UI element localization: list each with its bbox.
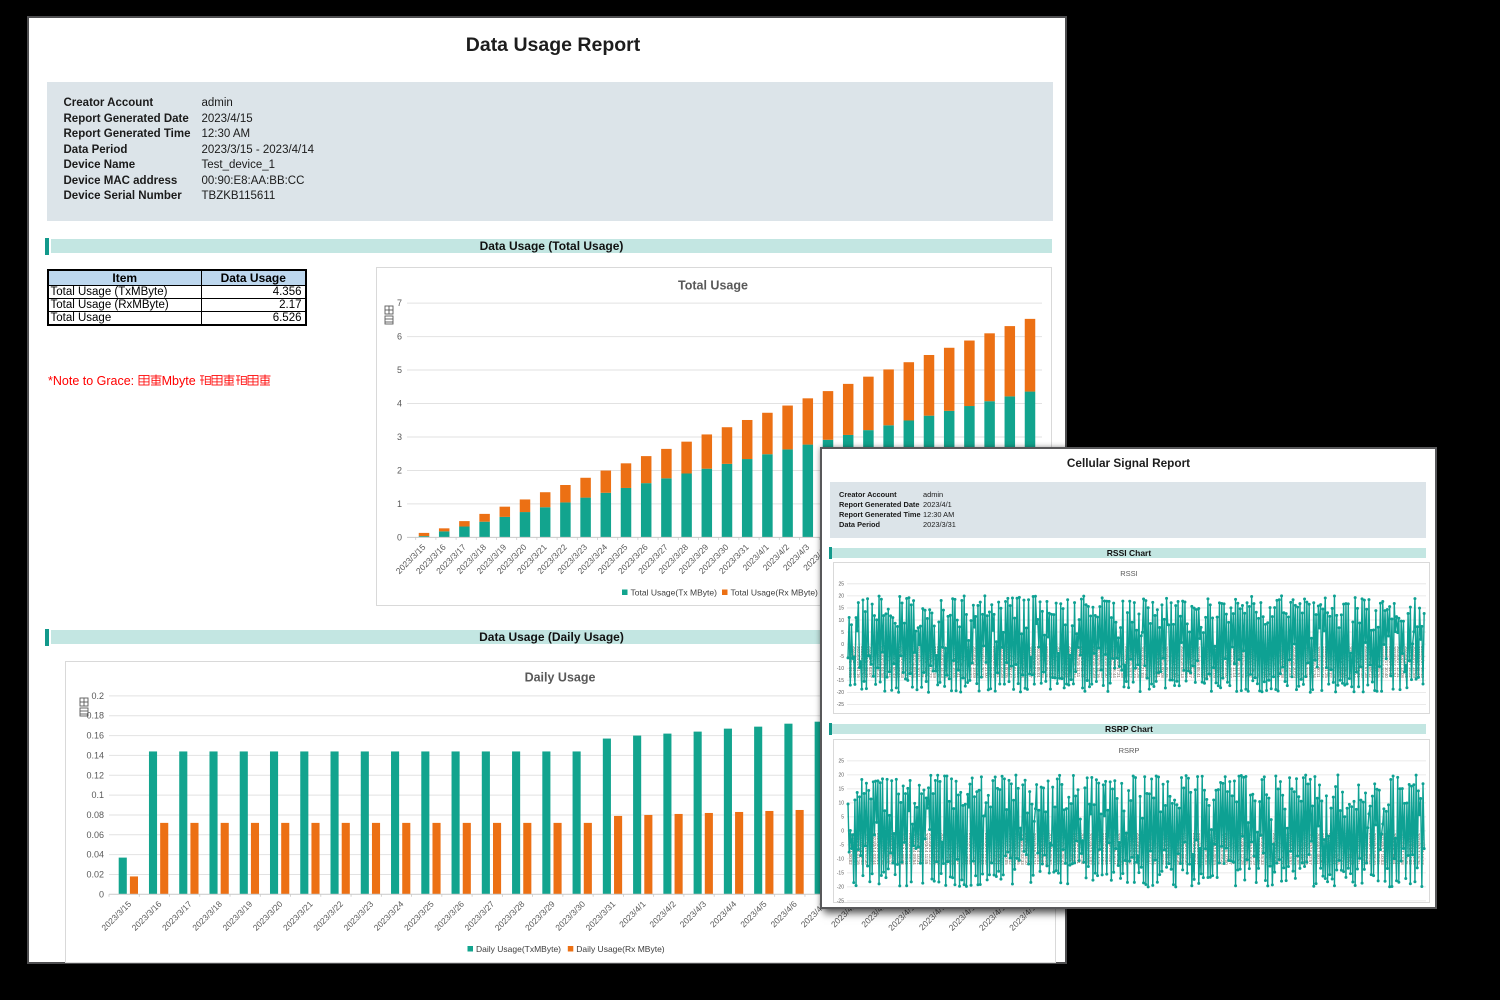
svg-text:4: 4 (397, 399, 402, 409)
svg-text:-15: -15 (837, 678, 844, 684)
svg-text:0.14: 0.14 (86, 750, 104, 760)
svg-text:5: 5 (397, 365, 402, 375)
svg-text:15: 15 (838, 606, 844, 612)
svg-text:0.12: 0.12 (86, 770, 104, 780)
svg-text:0: 0 (841, 642, 844, 648)
svg-text:RSSI: RSSI (1120, 569, 1138, 578)
svg-text:0.18: 0.18 (86, 711, 104, 721)
svg-text:Total Usage: Total Usage (678, 279, 748, 293)
svg-text:25: 25 (838, 582, 844, 588)
svg-text:0.02: 0.02 (86, 869, 104, 879)
svg-text:0: 0 (397, 532, 402, 542)
svg-text:-25: -25 (837, 899, 844, 903)
svg-text:Total Usage(Rx MByte): Total Usage(Rx MByte) (731, 588, 819, 598)
svg-text:10: 10 (838, 801, 844, 807)
svg-text:0.2: 0.2 (91, 691, 104, 701)
svg-text:-5: -5 (840, 654, 845, 660)
svg-text:5: 5 (841, 630, 844, 636)
svg-text:Daily Usage(TxMByte): Daily Usage(TxMByte) (476, 944, 561, 954)
svg-text:0.06: 0.06 (86, 830, 104, 840)
svg-text:-15: -15 (837, 871, 844, 877)
svg-text:-25: -25 (837, 702, 844, 708)
svg-text:0: 0 (99, 889, 104, 899)
svg-text:7: 7 (397, 298, 402, 308)
svg-text:0.04: 0.04 (86, 850, 104, 860)
svg-text:25: 25 (838, 759, 844, 765)
svg-text:20: 20 (838, 773, 844, 779)
svg-text:5: 5 (841, 815, 844, 821)
svg-text:-20: -20 (837, 690, 844, 696)
svg-text:1: 1 (397, 499, 402, 509)
svg-text:0.16: 0.16 (86, 731, 104, 741)
svg-text:-5: -5 (840, 843, 845, 849)
svg-text:0.08: 0.08 (86, 810, 104, 820)
svg-text:-10: -10 (837, 857, 844, 863)
svg-text:10: 10 (838, 618, 844, 624)
svg-text:Total Usage(Tx MByte): Total Usage(Tx MByte) (631, 588, 718, 598)
svg-text:-20: -20 (837, 885, 844, 891)
svg-text:15: 15 (838, 787, 844, 793)
svg-text:Daily Usage: Daily Usage (525, 671, 596, 685)
svg-text:RSRP: RSRP (1119, 746, 1140, 755)
svg-text:0: 0 (841, 829, 844, 835)
svg-text:6: 6 (397, 332, 402, 342)
svg-text:3: 3 (397, 432, 402, 442)
svg-text:-10: -10 (837, 666, 844, 672)
svg-text:0.1: 0.1 (91, 790, 104, 800)
svg-text:2: 2 (397, 465, 402, 475)
svg-text:20: 20 (838, 594, 844, 600)
svg-text:Daily Usage(Rx MByte): Daily Usage(Rx MByte) (576, 944, 664, 954)
